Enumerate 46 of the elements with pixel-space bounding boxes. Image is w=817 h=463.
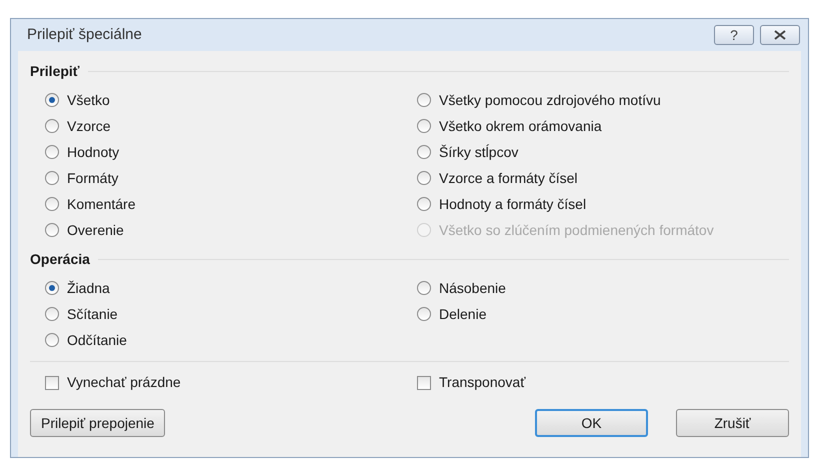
close-button[interactable] (760, 25, 800, 45)
close-icon (774, 30, 786, 40)
help-button[interactable]: ? (714, 25, 754, 45)
radio-button[interactable] (45, 281, 59, 295)
checkbox[interactable] (45, 376, 59, 390)
ok-button[interactable]: OK (535, 409, 648, 437)
radio-label: Delenie (439, 304, 486, 324)
radio-label: Šírky stĺpcov (439, 142, 518, 162)
radio-label: Hodnoty a formáty čísel (439, 194, 586, 214)
radio-button[interactable] (45, 145, 59, 159)
radio-label: Hodnoty (67, 142, 120, 162)
radio-button[interactable] (417, 197, 431, 211)
checkbox-label: Vynechať prázdne (67, 373, 181, 392)
radio-button[interactable] (417, 307, 431, 321)
paste-link-button[interactable]: Prilepiť prepojenie (30, 409, 166, 437)
checkbox[interactable] (417, 376, 431, 390)
radio-button[interactable] (417, 145, 431, 159)
radio-label: Všetko okrem orámovania (439, 116, 602, 136)
radio-button[interactable] (417, 93, 431, 107)
radio-label: Vzorce (67, 116, 111, 136)
radio-button[interactable] (45, 197, 59, 211)
radio-label: Vzorce a formáty čísel (439, 168, 578, 188)
radio-button[interactable] (45, 93, 59, 107)
group-label: Operácia (30, 250, 90, 269)
radio-button[interactable] (417, 119, 431, 133)
radio-label: Žiadna (67, 278, 110, 298)
radio-label: Formáty (67, 168, 118, 188)
window-title: Prilepiť špeciálne (27, 24, 142, 45)
radio-label: Násobenie (439, 278, 506, 298)
radio-button[interactable] (45, 171, 59, 185)
cancel-button[interactable]: Zrušiť (676, 409, 789, 437)
radio-label: Všetky pomocou zdrojového motívu (439, 90, 661, 110)
radio-label: Všetko so zlúčením podmienených formátov (439, 220, 714, 240)
radio-label: Overenie (67, 220, 124, 240)
radio-label: Odčítanie (67, 330, 127, 350)
radio-button[interactable] (45, 307, 59, 321)
radio-label: Komentáre (67, 194, 136, 214)
radio-button[interactable] (45, 333, 59, 347)
radio-button[interactable] (417, 171, 431, 185)
radio-label: Sčítanie (67, 304, 118, 324)
radio-button[interactable] (45, 223, 59, 237)
radio-button[interactable] (417, 281, 431, 295)
radio-button[interactable] (45, 119, 59, 133)
checkbox-label: Transponovať (439, 373, 526, 392)
group-label: Prilepiť (30, 62, 80, 81)
radio-label: Všetko (67, 90, 110, 110)
